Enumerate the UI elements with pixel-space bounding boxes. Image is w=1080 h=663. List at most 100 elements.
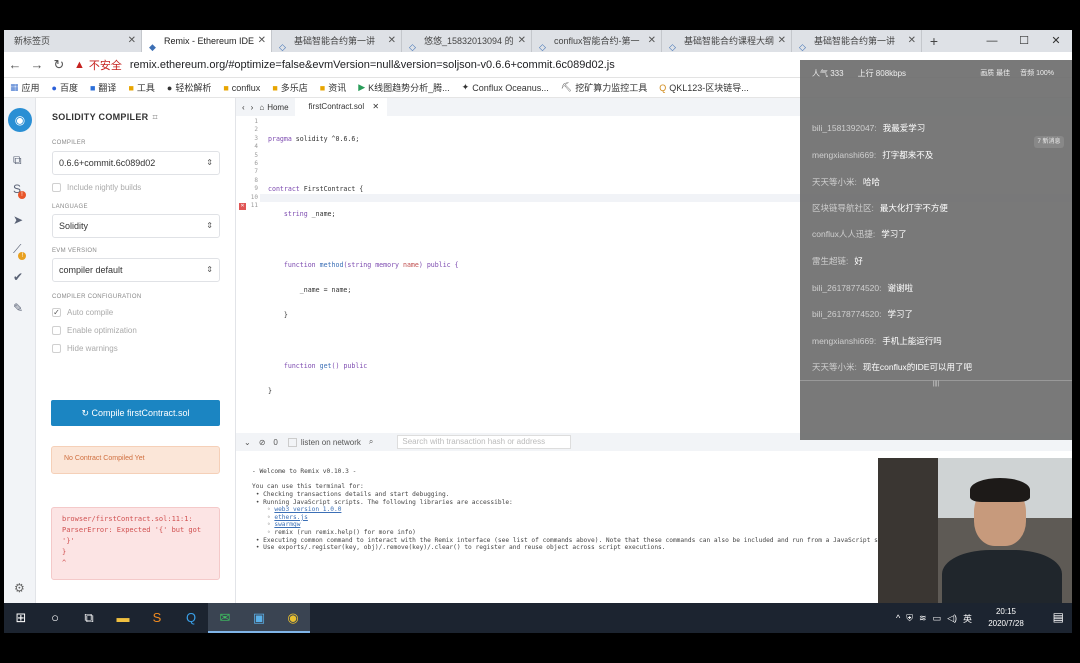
file-explorer-icon[interactable]: ▬ [106, 603, 140, 633]
bookmark[interactable]: ■ 翻译 [90, 81, 116, 94]
chat-nick: bili_26178774520: [812, 309, 882, 319]
notification-icon[interactable]: ▤ [1053, 610, 1064, 624]
collapse-terminal-icon[interactable]: ⌄ [244, 438, 251, 447]
scroll-left-icon[interactable]: ‹ [242, 103, 245, 112]
bookmark[interactable]: Q QKL123-区块链导... [659, 81, 749, 94]
forward-arrow-icon[interactable]: → [26, 57, 48, 72]
chat-message: bili_1581392047: 我最爱学习 [812, 122, 925, 134]
browser-tab[interactable]: 新标签页 ✕ [4, 30, 142, 52]
bookmark[interactable]: ■ 工具 [128, 81, 154, 94]
testing-icon[interactable]: ✔ [13, 270, 23, 284]
security-shield-icon[interactable]: ⛨ [906, 613, 913, 624]
wechat-icon[interactable]: ✉ [208, 603, 242, 633]
web3-link[interactable]: web3 version 1.0.0 [274, 506, 341, 513]
window-controls: — ☐ ✕ [976, 30, 1072, 52]
browser-tab[interactable]: ◇ conflux智能合约-第一 ✕ [532, 30, 662, 52]
chrome-icon[interactable]: ◉ [276, 603, 310, 633]
close-icon[interactable]: ✕ [372, 102, 379, 111]
clear-terminal-icon[interactable]: ⊘ [259, 438, 266, 447]
browser-tab[interactable]: ◇ 基础智能合约第一讲 ✕ [272, 30, 402, 52]
checkbox-box[interactable] [52, 183, 61, 192]
close-icon[interactable]: ✕ [388, 30, 396, 52]
bookmark[interactable]: ⛏ 挖矿算力监控工具 [561, 81, 647, 94]
reload-icon[interactable]: ↻ [48, 57, 70, 73]
docs-icon[interactable]: ⌗ [152, 112, 157, 122]
token: name [402, 260, 419, 269]
bookmark[interactable]: ▶ K线图趋势分析_腾... [358, 81, 449, 94]
swarmgw-link[interactable]: swarmgw [274, 521, 300, 528]
checkbox-box[interactable] [52, 344, 61, 353]
ethers-link[interactable]: ethers.js [274, 514, 308, 521]
compile-error-alert[interactable]: browser/firstContract.sol:11:1: ParserEr… [51, 507, 220, 580]
code-content[interactable]: pragma solidity ^0.6.6; contract FirstCo… [268, 118, 459, 412]
browser-tab-remix[interactable]: ◆ Remix - Ethereum IDE ✕ [142, 30, 272, 52]
bookmark[interactable]: ■ 资讯 [320, 81, 346, 94]
maximize-button[interactable]: ☐ [1008, 30, 1040, 52]
auto-compile-checkbox[interactable]: ✓ Auto compile [52, 308, 113, 317]
windows-start-icon[interactable]: ⊞ [4, 603, 38, 633]
home-icon: ⌂ [259, 102, 265, 112]
url-omnibox[interactable]: ▲ 不安全 remix.ethereum.org/#optimize=false… [74, 55, 615, 75]
editor-tab-home[interactable]: Home [267, 103, 288, 112]
compile-button[interactable]: ↻ Compile firstContract.sol [51, 400, 220, 426]
close-icon[interactable]: ✕ [258, 30, 266, 52]
plugin-manager-icon[interactable]: ✎ [13, 301, 23, 315]
stream-stats: 人气 333 上行 808kbps [812, 68, 906, 79]
scroll-right-icon[interactable]: › [251, 103, 254, 112]
checkbox-box[interactable] [52, 326, 61, 335]
checkbox-checked[interactable]: ✓ [52, 308, 61, 317]
task-view-icon[interactable]: ⧉ [72, 603, 106, 633]
browser-tab[interactable]: ◇ 基础智能合约课程大纲 ✕ [662, 30, 792, 52]
analysis-icon[interactable]: ⟋! [13, 242, 27, 260]
search-circle-icon[interactable]: ○ [38, 603, 72, 633]
qq-browser-icon[interactable]: Q [174, 603, 208, 633]
listen-network-checkbox[interactable] [287, 437, 297, 447]
bookmark[interactable]: ● 轻松解析 [167, 81, 211, 94]
close-icon[interactable]: ✕ [908, 30, 916, 52]
new-tab-button[interactable]: + [922, 30, 946, 52]
taskbar-clock[interactable]: 20:15 2020/7/28 [980, 606, 1032, 630]
bookmark[interactable]: ■ 多乐店 [272, 81, 307, 94]
chat-divider[interactable]: |||| [800, 380, 1072, 387]
new-messages-badge[interactable]: 7 新消息 [1034, 136, 1064, 148]
nightly-builds-checkbox[interactable]: Include nightly builds [52, 183, 141, 192]
close-icon[interactable]: ✕ [518, 30, 526, 52]
browser-tab[interactable]: ◇ 基础智能合约第一讲 ✕ [792, 30, 922, 52]
deploy-run-icon[interactable]: ➤ [13, 213, 23, 227]
minimize-button[interactable]: — [976, 30, 1008, 52]
close-icon[interactable]: ✕ [648, 30, 656, 52]
url-text[interactable]: remix.ethereum.org/#optimize=false&evmVe… [130, 59, 615, 71]
compiler-version-select[interactable]: 0.6.6+commit.6c089d02 ⇕ [52, 151, 220, 175]
hide-warnings-checkbox[interactable]: Hide warnings [52, 344, 118, 353]
ime-indicator[interactable]: 英 [963, 612, 972, 625]
folder-icon: ■ [319, 82, 326, 93]
evm-version-select[interactable]: compiler default ⇕ [52, 258, 220, 282]
code-line: _name = name; [268, 286, 459, 294]
webcam-feed [878, 458, 1072, 603]
close-icon[interactable]: ✕ [778, 30, 786, 52]
close-icon[interactable]: ✕ [128, 30, 136, 52]
enable-optimization-checkbox[interactable]: Enable optimization [52, 326, 137, 335]
network-icon[interactable]: ≋ [919, 613, 927, 624]
back-arrow-icon[interactable]: ← [4, 57, 26, 72]
settings-gear-icon[interactable]: ⚙ [14, 581, 25, 595]
battery-icon[interactable]: ▭ [933, 613, 942, 624]
volume-icon[interactable]: ◁) [947, 613, 957, 624]
file-explorer-icon[interactable]: ⧉ [13, 153, 22, 168]
chevron-up-icon[interactable]: ^ [896, 613, 900, 623]
editor-tab-file[interactable]: firstContract.sol ✕ [294, 98, 388, 116]
bookmark-apps[interactable]: ▦ 应用 [10, 81, 40, 94]
close-window-button[interactable]: ✕ [1040, 30, 1072, 52]
app-icon[interactable]: ▣ [242, 603, 276, 633]
browser-tab[interactable]: ◇ 悠悠_15832013094 的 ✕ [402, 30, 532, 52]
solidity-compiler-icon[interactable]: S! [13, 182, 27, 199]
bookmark[interactable]: ● 百度 [52, 81, 78, 94]
language-select[interactable]: Solidity ⇕ [52, 214, 220, 238]
bookmark[interactable]: ✦ Conflux Oceanus... [462, 82, 549, 93]
terminal-search-input[interactable]: Search with transaction hash or address [397, 435, 572, 449]
sublime-icon[interactable]: S [140, 603, 174, 633]
bookmark[interactable]: ■ conflux [223, 83, 260, 93]
line-number: 4 [254, 143, 258, 151]
error-marker-icon[interactable]: ✕ [239, 203, 246, 210]
remix-logo-icon[interactable]: ◉ [8, 108, 32, 132]
